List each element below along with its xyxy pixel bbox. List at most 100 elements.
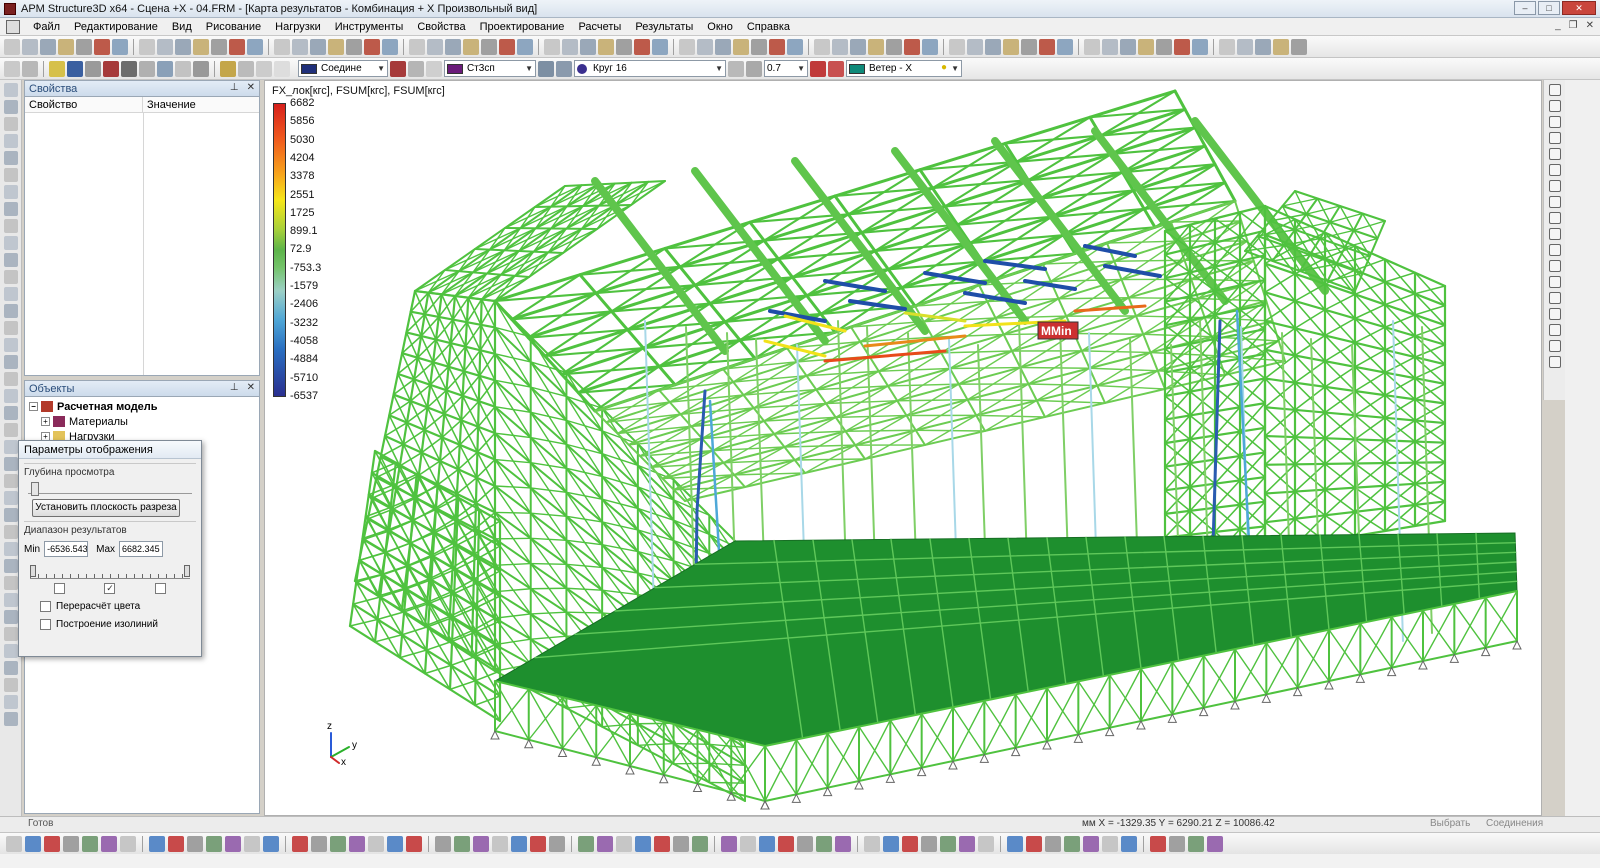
menu-file[interactable]: Файл bbox=[26, 21, 67, 33]
range-max-thumb[interactable] bbox=[184, 565, 190, 577]
rod-icon[interactable] bbox=[85, 60, 101, 77]
tool-icon[interactable] bbox=[1549, 164, 1561, 176]
tool-icon[interactable] bbox=[4, 627, 18, 641]
menu-draw[interactable]: Рисование bbox=[199, 21, 268, 33]
tool-icon[interactable] bbox=[673, 835, 689, 852]
tool-icon[interactable] bbox=[409, 38, 425, 55]
section-combo[interactable]: Круг 16 ▼ bbox=[574, 60, 726, 77]
tool-icon[interactable] bbox=[4, 321, 18, 335]
minimize-button[interactable]: – bbox=[1514, 1, 1536, 15]
tool-icon[interactable] bbox=[769, 38, 785, 55]
tool-icon[interactable] bbox=[4, 661, 18, 675]
max-input[interactable] bbox=[119, 541, 164, 557]
recalc-colors-checkbox[interactable] bbox=[40, 601, 51, 612]
tool-icon[interactable] bbox=[1549, 116, 1561, 128]
tool-icon[interactable] bbox=[311, 835, 327, 852]
tool-icon[interactable] bbox=[4, 134, 18, 148]
tool-icon[interactable] bbox=[346, 38, 362, 55]
tool-icon[interactable] bbox=[835, 835, 851, 852]
tool-icon[interactable] bbox=[481, 38, 497, 55]
tool-icon[interactable] bbox=[1026, 835, 1042, 852]
tool-icon[interactable] bbox=[328, 38, 344, 55]
tool-icon[interactable] bbox=[101, 835, 117, 852]
tool-icon[interactable] bbox=[4, 117, 18, 131]
tool-icon[interactable] bbox=[4, 678, 18, 692]
tool-icon[interactable] bbox=[1549, 100, 1561, 112]
tool-icon[interactable] bbox=[40, 38, 56, 55]
isolines-checkbox[interactable] bbox=[40, 619, 51, 630]
tool-icon[interactable] bbox=[814, 38, 830, 55]
tool-icon[interactable] bbox=[1102, 835, 1118, 852]
tool-icon[interactable] bbox=[492, 835, 508, 852]
tool-icon[interactable] bbox=[4, 525, 18, 539]
tool-icon[interactable] bbox=[967, 38, 983, 55]
close-button[interactable]: ✕ bbox=[1562, 1, 1596, 15]
tool-icon[interactable] bbox=[733, 38, 749, 55]
tool-icon[interactable] bbox=[4, 151, 18, 165]
tool-icon[interactable] bbox=[349, 835, 365, 852]
tool-icon[interactable] bbox=[759, 835, 775, 852]
tool-icon[interactable] bbox=[868, 38, 884, 55]
tool-icon[interactable] bbox=[1549, 356, 1561, 368]
tool-icon[interactable] bbox=[4, 338, 18, 352]
tool-icon[interactable] bbox=[499, 38, 515, 55]
tool-icon[interactable] bbox=[310, 38, 326, 55]
tool-icon[interactable] bbox=[139, 38, 155, 55]
tool-icon[interactable] bbox=[4, 219, 18, 233]
range-checkbox[interactable]: ✓ bbox=[104, 583, 116, 594]
tool-icon[interactable] bbox=[4, 474, 18, 488]
tool-icon[interactable] bbox=[635, 835, 651, 852]
tool-icon[interactable] bbox=[511, 835, 527, 852]
tool-icon[interactable] bbox=[63, 835, 79, 852]
tool-icon[interactable] bbox=[654, 835, 670, 852]
tool-icon[interactable] bbox=[76, 38, 92, 55]
tool-icon[interactable] bbox=[921, 835, 937, 852]
tool-icon[interactable] bbox=[4, 202, 18, 216]
rotate-icon[interactable] bbox=[728, 60, 744, 77]
tool-icon[interactable] bbox=[168, 835, 184, 852]
tool-icon[interactable] bbox=[4, 457, 18, 471]
tool-icon[interactable] bbox=[797, 835, 813, 852]
menu-tools[interactable]: Инструменты bbox=[328, 21, 411, 33]
tool-icon[interactable] bbox=[4, 440, 18, 454]
range-checkbox[interactable] bbox=[155, 583, 167, 594]
mdi-minimize-icon[interactable]: _ bbox=[1555, 20, 1561, 31]
tool-icon[interactable] bbox=[4, 508, 18, 522]
tool-icon[interactable] bbox=[530, 835, 546, 852]
tool-icon[interactable] bbox=[368, 835, 384, 852]
maximize-button[interactable]: □ bbox=[1538, 1, 1560, 15]
menu-calculations[interactable]: Расчеты bbox=[571, 21, 628, 33]
tool-icon[interactable] bbox=[25, 835, 41, 852]
depth-slider-thumb[interactable] bbox=[30, 482, 39, 496]
tool-icon[interactable] bbox=[1549, 308, 1561, 320]
tool-icon[interactable] bbox=[578, 835, 594, 852]
tool-icon[interactable] bbox=[778, 835, 794, 852]
tool-icon[interactable] bbox=[598, 38, 614, 55]
tool-icon[interactable] bbox=[229, 38, 245, 55]
tool-icon[interactable] bbox=[985, 38, 1001, 55]
tool-icon[interactable] bbox=[1003, 38, 1019, 55]
tool-icon[interactable] bbox=[978, 835, 994, 852]
tool-icon[interactable] bbox=[580, 38, 596, 55]
tool-icon[interactable] bbox=[4, 270, 18, 284]
recalc-colors-option[interactable]: Перерасчёт цвета bbox=[40, 601, 188, 612]
select-icon[interactable] bbox=[4, 60, 20, 77]
tool-icon[interactable] bbox=[445, 38, 461, 55]
tool-icon[interactable] bbox=[274, 38, 290, 55]
tool-icon[interactable] bbox=[4, 355, 18, 369]
tool-icon[interactable] bbox=[82, 835, 98, 852]
tool-icon[interactable] bbox=[1255, 38, 1271, 55]
tool-icon[interactable] bbox=[120, 835, 136, 852]
tool-icon[interactable] bbox=[58, 38, 74, 55]
tool-icon[interactable] bbox=[1102, 38, 1118, 55]
tool-icon[interactable] bbox=[4, 185, 18, 199]
tool-icon[interactable] bbox=[1549, 276, 1561, 288]
tool-icon[interactable] bbox=[949, 38, 965, 55]
plate-icon[interactable] bbox=[220, 60, 236, 77]
tool-icon[interactable] bbox=[1083, 835, 1099, 852]
structure-model[interactable]: MMin z yx bbox=[265, 81, 1542, 816]
section2-icon[interactable] bbox=[556, 60, 572, 77]
tool-icon[interactable] bbox=[406, 835, 422, 852]
tool-icon[interactable] bbox=[6, 835, 22, 852]
tool-icon[interactable] bbox=[225, 835, 241, 852]
